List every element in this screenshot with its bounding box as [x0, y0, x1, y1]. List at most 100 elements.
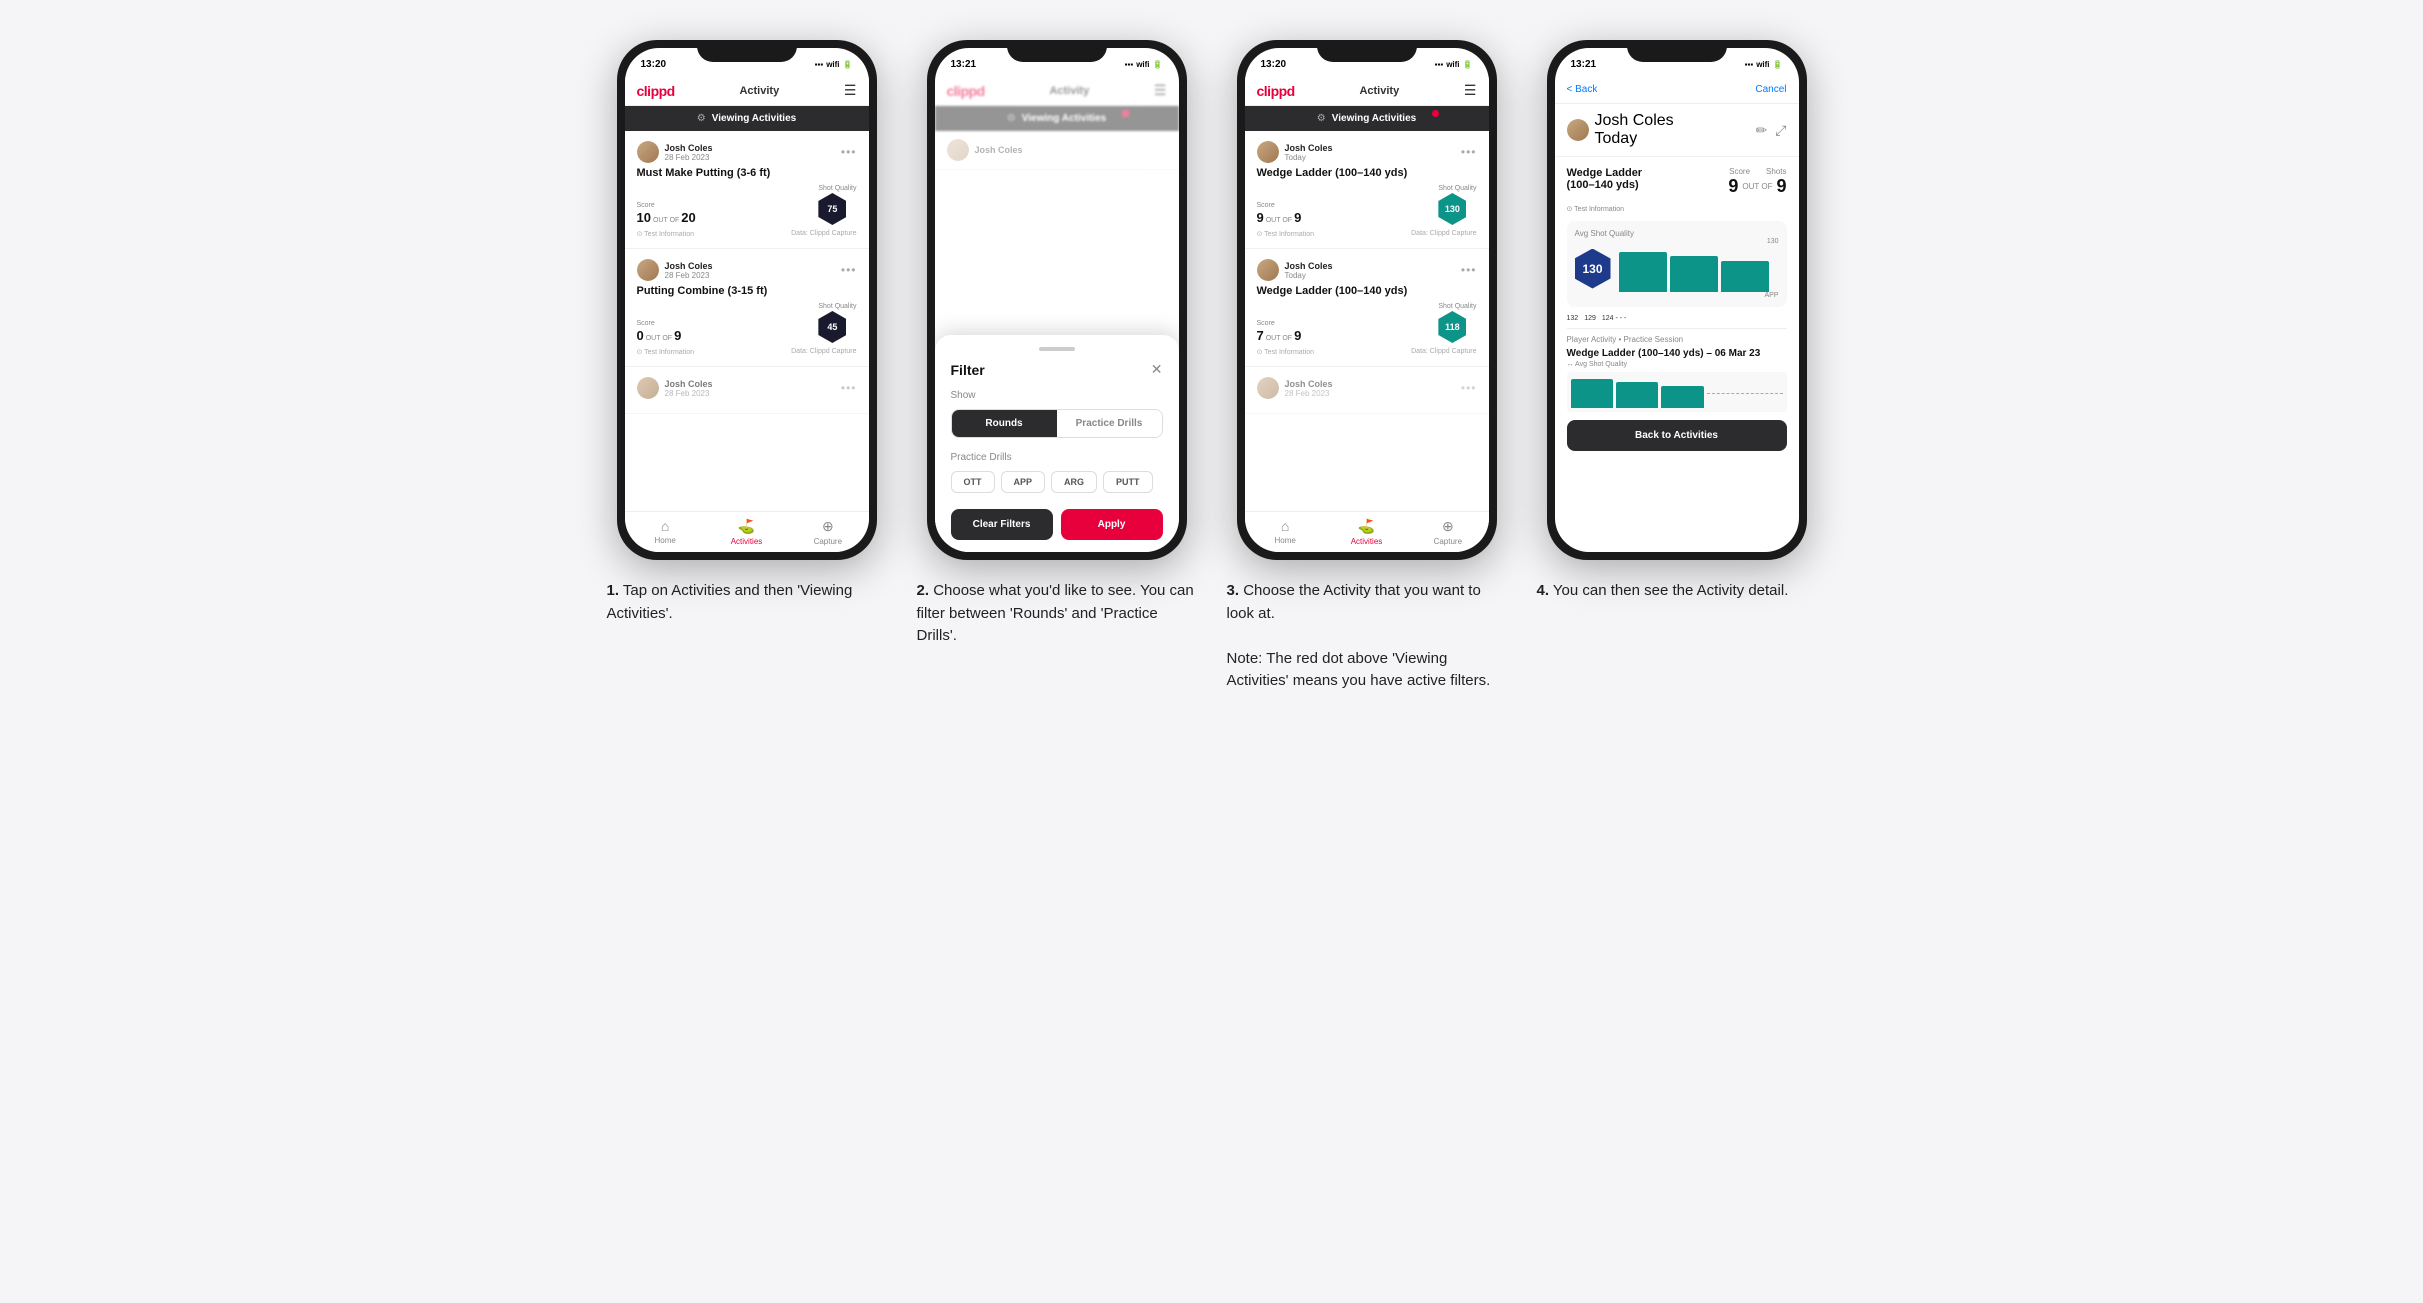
user-date-1-2: 28 Feb 2023	[665, 271, 713, 280]
nav-capture-3[interactable]: ⊕ Capture	[1407, 512, 1488, 552]
app-logo-1: clippd	[637, 83, 675, 99]
chip-putt[interactable]: PUTT	[1103, 471, 1153, 493]
test-info-1-1: ⊙ Test Information	[637, 230, 694, 238]
score-label-3-2: Score	[1257, 320, 1302, 327]
nav-home-1[interactable]: ⌂ Home	[625, 512, 706, 552]
rounds-toggle[interactable]: Rounds	[952, 410, 1057, 437]
more-icon-1-3[interactable]: •••	[841, 381, 857, 395]
activity-card-3-3[interactable]: Josh Coles 28 Feb 2023 •••	[1245, 367, 1489, 414]
more-icon-1-2[interactable]: •••	[841, 263, 857, 277]
chip-ott[interactable]: OTT	[951, 471, 995, 493]
mini-bar-1	[1571, 379, 1613, 408]
viewing-bar-label-2: Viewing Activities	[1022, 113, 1106, 124]
card-footer-1-1: ⊙ Test Information Data: Clippd Capture	[637, 230, 857, 238]
nav-activities-3[interactable]: ⛳ Activities	[1326, 512, 1407, 552]
filter-icon-2: ⚙	[1007, 113, 1016, 124]
sq-label-3-1: Shot Quality	[1438, 185, 1476, 192]
nav-capture-label-1: Capture	[814, 537, 842, 546]
card-stats-3-2: Score 7 OUT OF 9 Shot Quality 118	[1257, 303, 1477, 343]
more-icon-3-3[interactable]: •••	[1461, 381, 1477, 395]
card-stats-3-1: Score 9 OUT OF 9 Shot Quality 130	[1257, 185, 1477, 225]
chart-top-val: 130	[1619, 238, 1779, 245]
phone-notch-4	[1627, 40, 1727, 62]
score-value-3-1: 9 OUT OF 9	[1257, 210, 1302, 225]
app-logo-2: clippd	[947, 83, 985, 99]
shot-quality-group-1-1: Shot Quality 75	[818, 185, 856, 225]
filter-icon-1: ⚙	[697, 113, 706, 124]
card-header-3-1: Josh Coles Today •••	[1257, 141, 1477, 163]
battery-icon-2: 🔋	[1153, 60, 1163, 69]
cancel-button-4[interactable]: Cancel	[1755, 84, 1786, 95]
more-icon-1-1[interactable]: •••	[841, 145, 857, 159]
cards-container-3: Josh Coles Today ••• Wedge Ladder (100–1…	[1245, 131, 1489, 511]
nav-activities-label-1: Activities	[731, 537, 763, 546]
avg-sq-chart-label-4: ↔ Avg Shot Quality	[1567, 361, 1787, 368]
back-button-4[interactable]: < Back	[1567, 84, 1598, 95]
viewing-bar-3[interactable]: ⚙ Viewing Activities	[1245, 106, 1489, 131]
activity-card-1-2[interactable]: Josh Coles 28 Feb 2023 ••• Putting Combi…	[625, 249, 869, 367]
hamburger-icon-3[interactable]: ☰	[1464, 82, 1477, 99]
detail-actions-4: ✏ ⤢	[1756, 122, 1787, 139]
detail-title-row-4: Wedge Ladder (100–140 yds) Score Shots	[1567, 167, 1787, 197]
chip-app[interactable]: APP	[1001, 471, 1046, 493]
detail-drill-title-4: Wedge Ladder (100–140 yds)	[1567, 167, 1667, 191]
chip-arg[interactable]: ARG	[1051, 471, 1097, 493]
activity-card-3-1[interactable]: Josh Coles Today ••• Wedge Ladder (100–1…	[1245, 131, 1489, 249]
chart-row-4: 130 130 APP	[1575, 238, 1779, 299]
shot-quality-badge-3-2: 118	[1438, 311, 1466, 343]
more-icon-3-1[interactable]: •••	[1461, 145, 1477, 159]
wifi-icon-2: wifi	[1136, 60, 1149, 69]
avatar-1-2	[637, 259, 659, 281]
dashed-line	[1707, 393, 1783, 394]
activities-icon-1: ⛳	[738, 518, 755, 535]
shots-col-4: Shots	[1766, 167, 1786, 176]
wifi-icon: wifi	[826, 60, 839, 69]
card-user-3-1: Josh Coles Today	[1257, 141, 1333, 163]
score-value-3-2: 7 OUT OF 9	[1257, 328, 1302, 343]
player-activity-label-4: Player Activity • Practice Session	[1567, 335, 1787, 344]
apply-button[interactable]: Apply	[1061, 509, 1163, 540]
activity-card-1-1[interactable]: Josh Coles 28 Feb 2023 ••• Must Make Put…	[625, 131, 869, 249]
avatar-1-3	[637, 377, 659, 399]
modal-header: Filter ✕	[951, 361, 1163, 378]
more-icon-3-2[interactable]: •••	[1461, 263, 1477, 277]
step-1-description: 1. Tap on Activities and then 'Viewing A…	[607, 580, 887, 625]
step-4-number: 4.	[1537, 582, 1550, 599]
viewing-bar-2: ⚙ Viewing Activities	[935, 106, 1179, 131]
card-title-3-1: Wedge Ladder (100–140 yds)	[1257, 167, 1477, 179]
cards-container-1: Josh Coles 28 Feb 2023 ••• Must Make Put…	[625, 131, 869, 511]
score-shots-row-4: 9 OUT OF 9	[1728, 176, 1786, 197]
user-info-3-3: Josh Coles 28 Feb 2023	[1285, 379, 1333, 398]
nav-capture-1[interactable]: ⊕ Capture	[787, 512, 868, 552]
bar-2	[1670, 256, 1718, 292]
edit-icon-4[interactable]: ✏	[1756, 122, 1768, 139]
activity-card-3-2[interactable]: Josh Coles Today ••• Wedge Ladder (100–1…	[1245, 249, 1489, 367]
activity-card-1-3[interactable]: Josh Coles 28 Feb 2023 •••	[625, 367, 869, 414]
signal-icon-3: ▪▪▪	[1435, 60, 1444, 69]
hamburger-icon-1[interactable]: ☰	[844, 82, 857, 99]
score-label-1-2: Score	[637, 320, 682, 327]
back-to-activities-button[interactable]: Back to Activities	[1567, 420, 1787, 451]
signal-icon-2: ▪▪▪	[1125, 60, 1134, 69]
clear-filters-button[interactable]: Clear Filters	[951, 509, 1053, 540]
step-4-column: 13:21 ▪▪▪ wifi 🔋 < Back Cancel	[1537, 40, 1817, 603]
step-3-note: Note: The red dot above 'Viewing Activit…	[1227, 650, 1491, 690]
bar-1	[1619, 252, 1667, 293]
viewing-bar-label-1: Viewing Activities	[712, 113, 796, 124]
viewing-bar-1[interactable]: ⚙ Viewing Activities	[625, 106, 869, 131]
wifi-icon-4: wifi	[1756, 60, 1769, 69]
red-dot-2	[1122, 110, 1129, 117]
score-col-4: Score	[1729, 167, 1750, 176]
mini-bar-2	[1616, 382, 1658, 408]
close-icon[interactable]: ✕	[1151, 361, 1163, 378]
status-icons-4: ▪▪▪ wifi 🔋	[1745, 60, 1783, 69]
nav-activities-1[interactable]: ⛳ Activities	[706, 512, 787, 552]
expand-icon-4[interactable]: ⤢	[1775, 122, 1786, 139]
test-info-4: ⊙ Test Information	[1567, 205, 1787, 213]
detail-score-val-4: 9	[1728, 176, 1738, 197]
home-icon-1: ⌂	[661, 518, 669, 534]
status-icons-2: ▪▪▪ wifi 🔋	[1125, 60, 1163, 69]
app-header-1: clippd Activity ☰	[625, 76, 869, 106]
nav-home-3[interactable]: ⌂ Home	[1245, 512, 1326, 552]
practice-drills-toggle[interactable]: Practice Drills	[1057, 410, 1162, 437]
